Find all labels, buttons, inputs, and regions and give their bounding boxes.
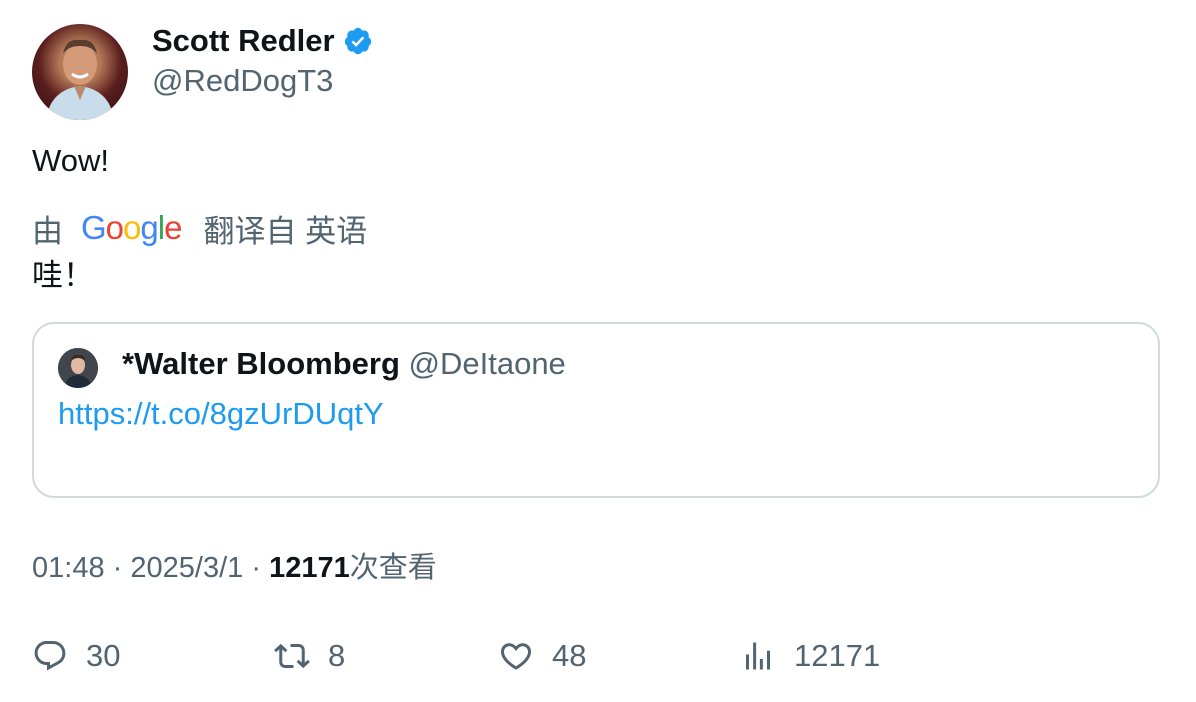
retweet-count: 8 <box>328 638 346 673</box>
tweet-meta: 01:48 · 2025/3/1 · 12171次查看 <box>32 548 437 588</box>
author-avatar[interactable] <box>32 24 128 120</box>
bar-chart-icon <box>746 642 770 670</box>
quoted-author-name[interactable]: *Walter Bloomberg <box>122 346 400 381</box>
author-name[interactable]: Scott Redler <box>152 22 335 60</box>
views-count: 12171 <box>269 552 350 584</box>
reply-button[interactable]: 30 <box>32 636 120 676</box>
reply-count: 30 <box>86 638 121 673</box>
like-button[interactable]: 48 <box>498 636 586 676</box>
reply-icon <box>34 641 66 671</box>
translation-suffix: 翻译自 英语 <box>203 213 368 249</box>
author-name-row[interactable]: Scott Redler <box>152 22 373 60</box>
views-action-count: 12171 <box>794 638 881 673</box>
meta-separator: · <box>251 552 261 584</box>
quoted-author-avatar[interactable] <box>58 348 98 388</box>
retweet-icon <box>274 643 310 669</box>
verified-badge-icon <box>343 26 373 56</box>
quoted-author-handle[interactable]: @DeItaone <box>409 346 566 381</box>
views-label: 次查看 <box>349 552 437 584</box>
tweet-text: Wow! <box>32 143 109 178</box>
quoted-tweet-card[interactable]: *Walter Bloomberg @DeItaone https://t.co… <box>32 322 1160 498</box>
tweet-time[interactable]: 01:48 <box>32 552 105 584</box>
tweet-date[interactable]: 2025/3/1 <box>130 552 243 584</box>
translation-prefix: 由 <box>32 213 63 249</box>
translation-attribution: 由 Google 翻译自 英语 <box>32 208 368 249</box>
views-button[interactable]: 12171 <box>740 636 880 676</box>
like-count: 48 <box>552 638 587 673</box>
google-logo: Google <box>81 209 182 246</box>
heart-icon <box>500 643 532 670</box>
translated-text: 哇！ <box>32 258 94 293</box>
quoted-header: *Walter Bloomberg @DeItaone <box>122 344 566 384</box>
retweet-button[interactable]: 8 <box>274 636 345 676</box>
author-handle[interactable]: @RedDogT3 <box>152 62 333 100</box>
meta-separator: · <box>112 552 123 584</box>
quoted-tweet-link[interactable]: https://t.co/8gzUrDUqtY <box>58 394 384 434</box>
